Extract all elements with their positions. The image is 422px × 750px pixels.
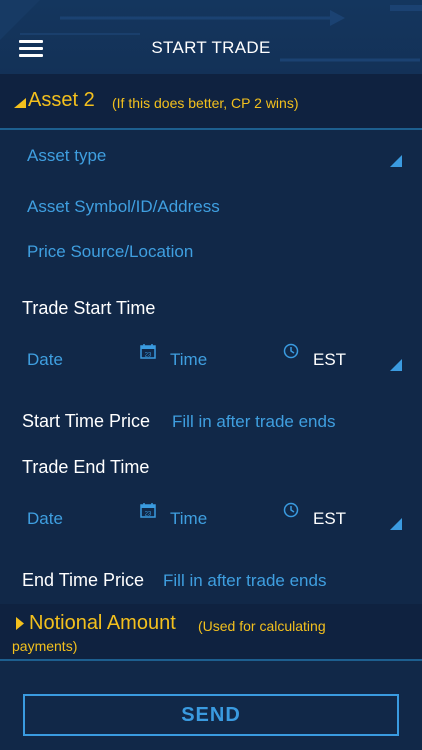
- start-time-price-value: Fill in after trade ends: [172, 412, 336, 431]
- end-date-input[interactable]: Date: [27, 509, 63, 529]
- start-timezone-select[interactable]: EST: [313, 350, 346, 370]
- calendar-icon[interactable]: 23: [140, 343, 156, 359]
- svg-text:23: 23: [145, 512, 152, 518]
- trade-end-time-label: Trade End Time: [22, 457, 150, 477]
- asset-type-select[interactable]: Asset type: [27, 146, 106, 166]
- asset-note: (If this does better, CP 2 wins): [112, 95, 299, 111]
- start-time-input[interactable]: Time: [170, 350, 207, 370]
- start-date-input[interactable]: Date: [27, 350, 63, 370]
- end-time-input[interactable]: Time: [170, 509, 207, 529]
- calendar-icon[interactable]: 23: [140, 502, 156, 518]
- end-timezone-dropdown-icon[interactable]: [390, 518, 402, 530]
- clock-icon[interactable]: [283, 343, 299, 359]
- start-time-price-label: Start Time Price: [22, 411, 151, 431]
- start-timezone-dropdown-icon[interactable]: [390, 359, 402, 371]
- expand-triangle-icon[interactable]: [16, 617, 24, 630]
- end-time-price-label: End Time Price: [22, 570, 145, 590]
- asset-title: Asset 2: [28, 89, 95, 111]
- clock-icon[interactable]: [283, 502, 299, 518]
- header-background-pattern: [0, 0, 422, 62]
- price-source-input[interactable]: Price Source/Location: [27, 242, 193, 262]
- send-button[interactable]: SEND: [23, 694, 399, 736]
- collapse-triangle-icon[interactable]: [14, 98, 26, 152]
- end-time-price-value: Fill in after trade ends: [163, 571, 327, 590]
- svg-text:23: 23: [145, 353, 152, 359]
- asset-symbol-input[interactable]: Asset Symbol/ID/Address: [27, 197, 220, 217]
- header: START TRADE: [0, 0, 422, 74]
- notional-note-continued: payments): [12, 638, 78, 654]
- asset-type-dropdown-icon[interactable]: [390, 155, 402, 167]
- notional-note: (Used for calculating: [198, 618, 326, 634]
- page-title: START TRADE: [151, 38, 271, 57]
- notional-title: Notional Amount: [29, 612, 176, 634]
- end-timezone-select[interactable]: EST: [313, 509, 346, 529]
- trade-start-time-label: Trade Start Time: [22, 298, 156, 318]
